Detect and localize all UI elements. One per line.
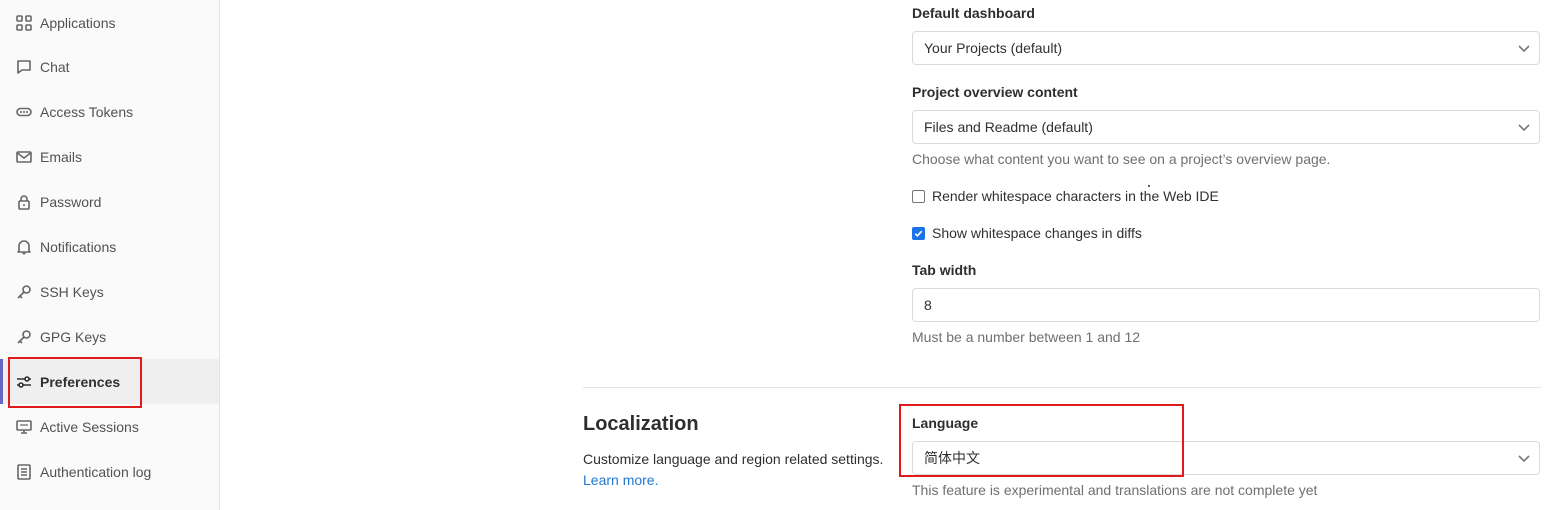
sidebar-item-label: Notifications	[40, 238, 117, 255]
default-dashboard-select[interactable]: Your Projects (default)	[912, 31, 1540, 65]
sidebar-item-gpg-keys[interactable]: GPG Keys	[0, 314, 219, 359]
bell-icon	[16, 239, 32, 255]
project-overview-value: Files and Readme (default)	[924, 119, 1093, 135]
chevron-down-icon	[1517, 451, 1531, 465]
sidebar-item-label: Access Tokens	[40, 103, 134, 120]
sidebar-item-authentication-log[interactable]: Authentication log	[0, 449, 219, 494]
sidebar-item-emails[interactable]: Emails	[0, 134, 219, 179]
sidebar-item-label: Emails	[40, 148, 83, 165]
sidebar-item-applications[interactable]: Applications	[0, 0, 219, 45]
tab-width-value: 8	[924, 297, 932, 313]
key-icon	[16, 284, 32, 300]
project-overview-help: Choose what content you want to see on a…	[912, 151, 1331, 167]
sidebar-item-label: SSH Keys	[40, 283, 104, 300]
tab-width-help: Must be a number between 1 and 12	[912, 329, 1141, 345]
tab-width-input[interactable]: 8	[912, 288, 1540, 322]
render-whitespace-row[interactable]: Render whitespace characters in the Web …	[912, 188, 1219, 204]
settings-sidebar: Applications Chat Access Tokens Emails P…	[0, 0, 220, 510]
sidebar-item-label: Active Sessions	[40, 418, 139, 435]
sidebar-item-label: Password	[40, 193, 102, 210]
mail-icon	[16, 149, 32, 165]
default-dashboard-value: Your Projects (default)	[924, 40, 1062, 56]
sidebar-item-active-sessions[interactable]: Active Sessions	[0, 404, 219, 449]
learn-more-link[interactable]: Learn more.	[583, 472, 658, 488]
show-whitespace-row[interactable]: Show whitespace changes in diffs	[912, 225, 1142, 241]
key-icon	[16, 329, 32, 345]
stray-dot	[1148, 185, 1150, 187]
sidebar-item-label: Chat	[40, 58, 70, 75]
render-whitespace-checkbox[interactable]	[912, 189, 925, 203]
localization-title: Localization	[583, 413, 699, 435]
chevron-down-icon	[1517, 41, 1531, 55]
language-value: 简体中文	[924, 450, 980, 466]
show-whitespace-checkbox[interactable]	[912, 226, 925, 240]
chat-icon	[16, 59, 32, 75]
sidebar-item-access-tokens[interactable]: Access Tokens	[0, 89, 219, 134]
localization-description: Customize language and region related se…	[583, 451, 884, 467]
language-label: Language	[912, 415, 979, 431]
sidebar-item-ssh-keys[interactable]: SSH Keys	[0, 269, 219, 314]
sidebar-item-label: Applications	[40, 14, 116, 31]
render-whitespace-label: Render whitespace characters in the Web …	[932, 188, 1219, 204]
sidebar-item-preferences[interactable]: Preferences	[0, 359, 219, 404]
section-divider	[583, 387, 1541, 388]
language-help: This feature is experimental and transla…	[912, 482, 1318, 498]
monitor-icon	[16, 419, 32, 435]
preferences-icon	[16, 374, 32, 390]
log-icon	[16, 463, 32, 480]
sidebar-item-password[interactable]: Password	[0, 179, 219, 224]
default-dashboard-label: Default dashboard	[912, 5, 1035, 21]
project-overview-select[interactable]: Files and Readme (default)	[912, 110, 1540, 144]
project-overview-label: Project overview content	[912, 84, 1078, 100]
lock-icon	[16, 194, 32, 210]
show-whitespace-label: Show whitespace changes in diffs	[932, 225, 1142, 241]
sidebar-item-chat[interactable]: Chat	[0, 44, 219, 89]
language-select[interactable]: 简体中文	[912, 441, 1540, 475]
sidebar-item-label: Preferences	[40, 373, 121, 390]
chevron-down-icon	[1517, 120, 1531, 134]
sidebar-item-label: Authentication log	[40, 463, 152, 480]
applications-icon	[16, 14, 32, 31]
checkmark-icon	[914, 230, 923, 237]
sidebar-item-label: GPG Keys	[40, 328, 107, 345]
token-icon	[16, 104, 32, 120]
tab-width-label: Tab width	[912, 262, 977, 278]
sidebar-item-notifications[interactable]: Notifications	[0, 224, 219, 269]
